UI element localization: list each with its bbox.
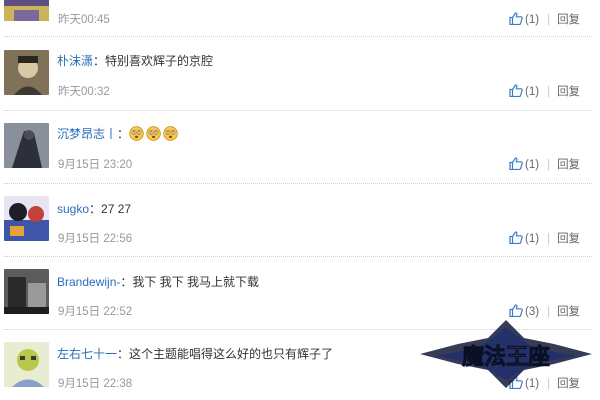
colon: ： <box>89 202 102 216</box>
comment-time: 昨天00:45 <box>58 14 110 26</box>
separator: | <box>547 159 551 171</box>
like-count[interactable]: (1) <box>525 14 539 26</box>
reply-button[interactable]: 回复 <box>557 306 580 318</box>
separator: | <box>547 306 551 318</box>
comment-body: 左右七十一：这个主题能唱得这么好的也只有辉子了 <box>57 345 333 362</box>
comment-body: 沉梦昂志丨： <box>57 125 180 142</box>
dizzy-face-emoji <box>163 126 178 141</box>
thumbs-up-icon[interactable] <box>509 84 523 97</box>
comment-actions: (1) | 回复 <box>509 156 580 172</box>
reply-button[interactable]: 回复 <box>557 233 580 245</box>
reply-button[interactable]: 回复 <box>557 14 580 26</box>
comment-text: 特别喜欢辉子的京腔 <box>105 54 214 68</box>
comment-item: 朴沫潇：特别喜欢辉子的京腔 昨天00:32 (1) | 回复 <box>0 46 600 110</box>
avatar[interactable] <box>4 123 49 168</box>
avatar-image <box>4 269 49 314</box>
avatar-image <box>4 0 49 21</box>
separator: | <box>547 86 551 98</box>
watermark-text: 魔法王座 <box>462 344 550 370</box>
like-count[interactable]: (3) <box>525 306 539 318</box>
avatar-image <box>4 123 49 168</box>
colon: ： <box>120 275 133 289</box>
watermark-logo: 魔法王座 <box>420 320 592 388</box>
comment-text: 这个主题能唱得这么好的也只有辉子了 <box>129 347 334 361</box>
comment-body: 朴沫潇：特别喜欢辉子的京腔 <box>57 52 213 69</box>
comment-body: Brandewijn-：我下 我下 我马上就下载 <box>57 273 259 290</box>
comment-time: 9月15日 23:20 <box>58 159 133 171</box>
thumbs-up-icon[interactable] <box>509 231 523 244</box>
comment-body: sugko：27 27 <box>57 200 131 217</box>
reply-button[interactable]: 回复 <box>557 159 580 171</box>
avatar-image <box>4 50 49 95</box>
avatar[interactable] <box>4 342 49 387</box>
dizzy-face-emoji <box>146 126 161 141</box>
divider <box>4 183 592 184</box>
comment-time: 9月15日 22:56 <box>58 233 133 245</box>
like-count[interactable]: (1) <box>525 86 539 98</box>
comment-item: sugko：27 27 9月15日 22:56 (1) | 回复 <box>0 191 600 255</box>
comment-item: 沉梦昂志丨： 9月15日 23:20 (1) | 回复 <box>0 118 600 182</box>
comment-actions: (3) | 回复 <box>509 303 580 319</box>
username[interactable]: 左右七十一 <box>57 347 117 361</box>
comment-text: 27 27 <box>101 202 132 216</box>
avatar-image <box>4 196 49 241</box>
reply-button[interactable]: 回复 <box>557 86 580 98</box>
thumbs-up-icon[interactable] <box>509 304 523 317</box>
avatar[interactable] <box>4 269 49 314</box>
comment-item: 昨天00:45 (1) | 回复 <box>0 0 600 32</box>
comment-time: 昨天00:32 <box>58 86 110 98</box>
comment-actions: (1) | 回复 <box>509 11 580 27</box>
colon: ： <box>117 127 130 141</box>
comment-time: 9月15日 22:52 <box>58 306 133 318</box>
separator: | <box>547 233 551 245</box>
avatar-image <box>4 342 49 387</box>
comment-time: 9月15日 22:38 <box>58 378 133 390</box>
comment-actions: (1) | 回复 <box>509 83 580 99</box>
avatar[interactable] <box>4 196 49 241</box>
like-count[interactable]: (1) <box>525 233 539 245</box>
divider <box>4 256 592 257</box>
avatar[interactable] <box>4 50 49 95</box>
comment-actions: (1) | 回复 <box>509 230 580 246</box>
username[interactable]: sugko <box>57 202 89 216</box>
avatar[interactable] <box>4 0 49 21</box>
thumbs-up-icon[interactable] <box>509 157 523 170</box>
divider <box>4 110 592 111</box>
username[interactable]: 沉梦昂志丨 <box>57 127 117 141</box>
dizzy-face-emoji <box>129 126 144 141</box>
thumbs-up-icon[interactable] <box>509 12 523 25</box>
colon: ： <box>93 54 106 68</box>
like-count[interactable]: (1) <box>525 159 539 171</box>
username[interactable]: Brandewijn- <box>57 275 120 289</box>
separator: | <box>547 14 551 26</box>
colon: ： <box>117 347 130 361</box>
comment-text: 我下 我下 我马上就下载 <box>132 275 260 289</box>
divider <box>4 36 592 37</box>
username[interactable]: 朴沫潇 <box>57 54 93 68</box>
